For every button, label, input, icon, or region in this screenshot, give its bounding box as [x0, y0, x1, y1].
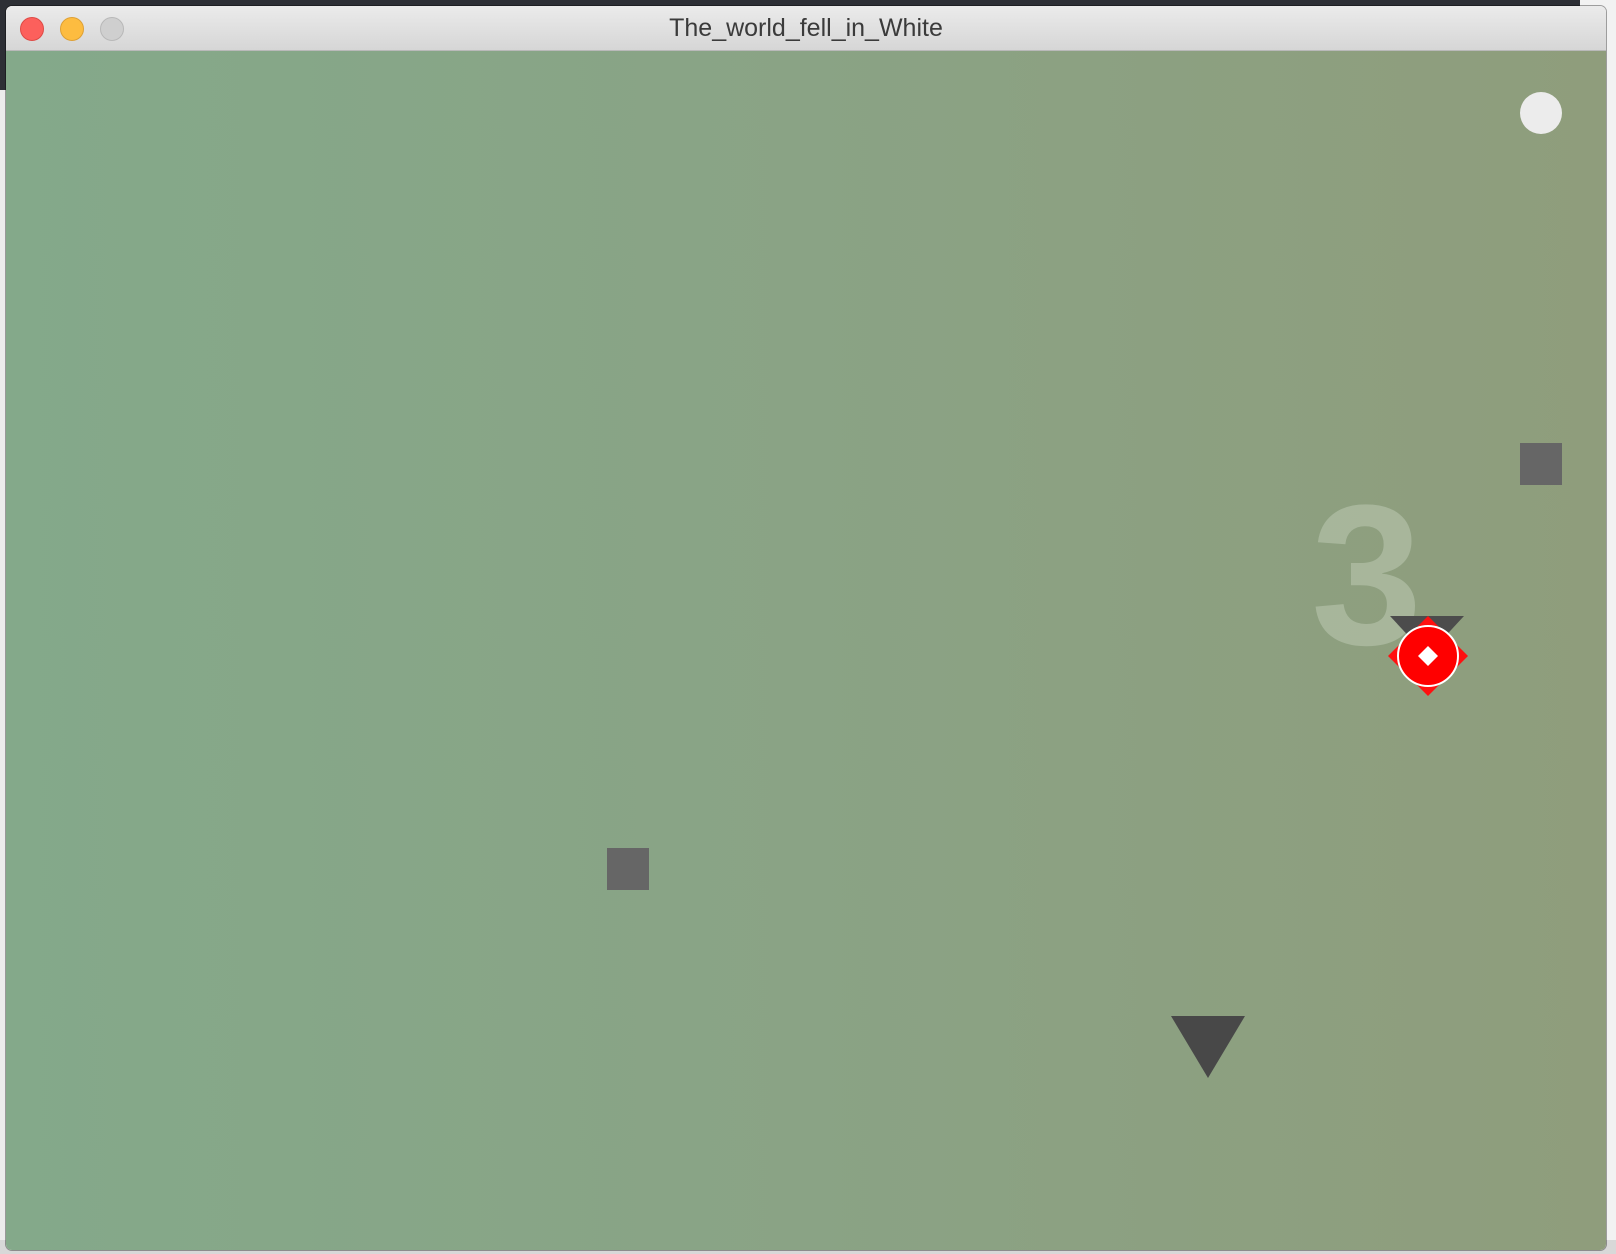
grey-block — [607, 848, 649, 890]
game-window: The_world_fell_in_White 3 — [6, 6, 1606, 1250]
game-canvas[interactable]: 3 — [6, 51, 1606, 1250]
title-bar[interactable]: The_world_fell_in_White — [6, 6, 1606, 51]
spike-triangle — [1171, 1016, 1245, 1078]
white-orb — [1520, 92, 1562, 134]
grey-block — [1520, 443, 1562, 485]
window-title: The_world_fell_in_White — [669, 14, 943, 42]
player-icon — [1388, 616, 1468, 696]
